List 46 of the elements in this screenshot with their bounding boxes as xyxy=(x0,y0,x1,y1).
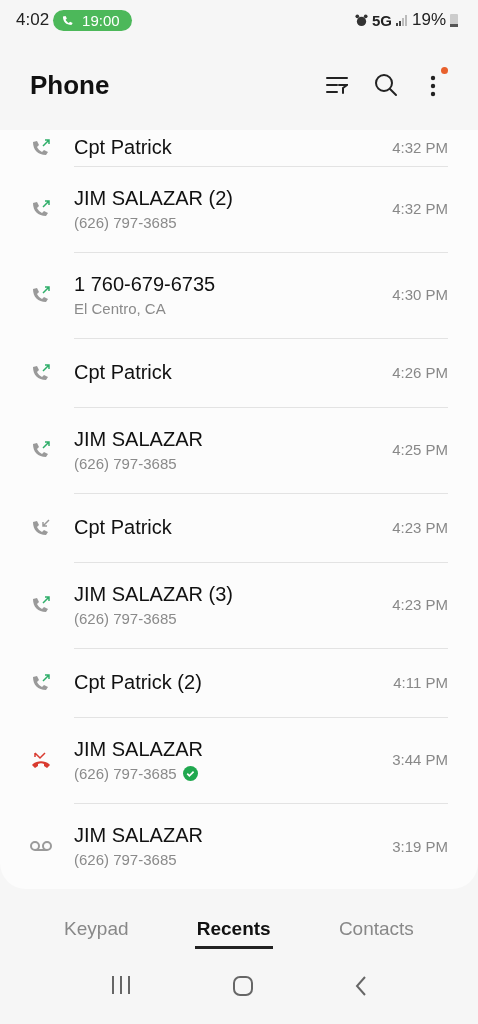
incoming-call-icon xyxy=(30,517,52,538)
app-title: Phone xyxy=(30,69,111,101)
call-time: 4:30 PM xyxy=(392,286,448,303)
call-time: 4:32 PM xyxy=(392,139,448,156)
call-detail: (626) 797-3685 xyxy=(74,851,177,868)
contact-name[interactable]: 1 760-679-6735 xyxy=(74,272,393,296)
call-detail: (626) 797-3685 xyxy=(74,609,177,627)
battery-level: 19% xyxy=(411,10,446,30)
call-time: 3:44 PM xyxy=(392,751,448,768)
outgoing-call-icon xyxy=(30,362,52,383)
call-time: 4:11 PM xyxy=(393,673,448,691)
contact-name[interactable]: JIM SALAZAR xyxy=(74,737,393,761)
contact-name[interactable]: Cpt Patrick xyxy=(74,136,393,159)
rejected-call-icon xyxy=(30,750,52,770)
call-detail: (626) 797-3685 xyxy=(74,454,177,472)
call-detail: El Centro, CA xyxy=(74,299,166,317)
phone-icon xyxy=(61,13,75,27)
call-time: 4:23 PM xyxy=(392,518,448,536)
contact-name[interactable]: JIM SALAZAR (2) xyxy=(74,186,393,210)
outgoing-call-icon xyxy=(30,672,52,693)
contact-name[interactable]: JIM SALAZAR xyxy=(74,824,393,847)
call-time: 4:25 PM xyxy=(392,441,448,458)
outgoing-call-icon xyxy=(30,440,52,460)
outgoing-call-icon xyxy=(30,199,52,219)
call-time: 4:23 PM xyxy=(392,596,448,613)
call-time: 3:19 PM xyxy=(392,837,448,855)
network-type: 5G xyxy=(371,11,392,29)
outgoing-call-icon xyxy=(30,138,52,158)
contact-name[interactable]: Cpt Patrick (2) xyxy=(74,670,394,694)
call-detail: (626) 797-3685 xyxy=(74,764,177,782)
signal-icon xyxy=(395,14,408,26)
contact-name[interactable]: Cpt Patrick xyxy=(74,515,393,539)
call-time: 4:26 PM xyxy=(392,363,448,381)
outgoing-call-icon xyxy=(30,285,52,305)
alarm-icon xyxy=(354,13,368,27)
voicemail-icon xyxy=(30,840,52,852)
clock: 4:02 xyxy=(16,10,50,30)
battery-icon xyxy=(450,13,458,27)
contact-name[interactable]: JIM SALAZAR xyxy=(74,427,393,451)
outgoing-call-icon xyxy=(30,595,52,615)
more-menu-icon[interactable] xyxy=(430,75,436,97)
call-detail: (626) 797-3685 xyxy=(74,213,177,231)
call-time: 4:32 PM xyxy=(392,200,448,217)
tab[interactable]: Recents xyxy=(194,911,273,949)
contact-name[interactable]: Cpt Patrick xyxy=(74,360,393,384)
contact-name[interactable]: JIM SALAZAR (3) xyxy=(74,582,393,606)
